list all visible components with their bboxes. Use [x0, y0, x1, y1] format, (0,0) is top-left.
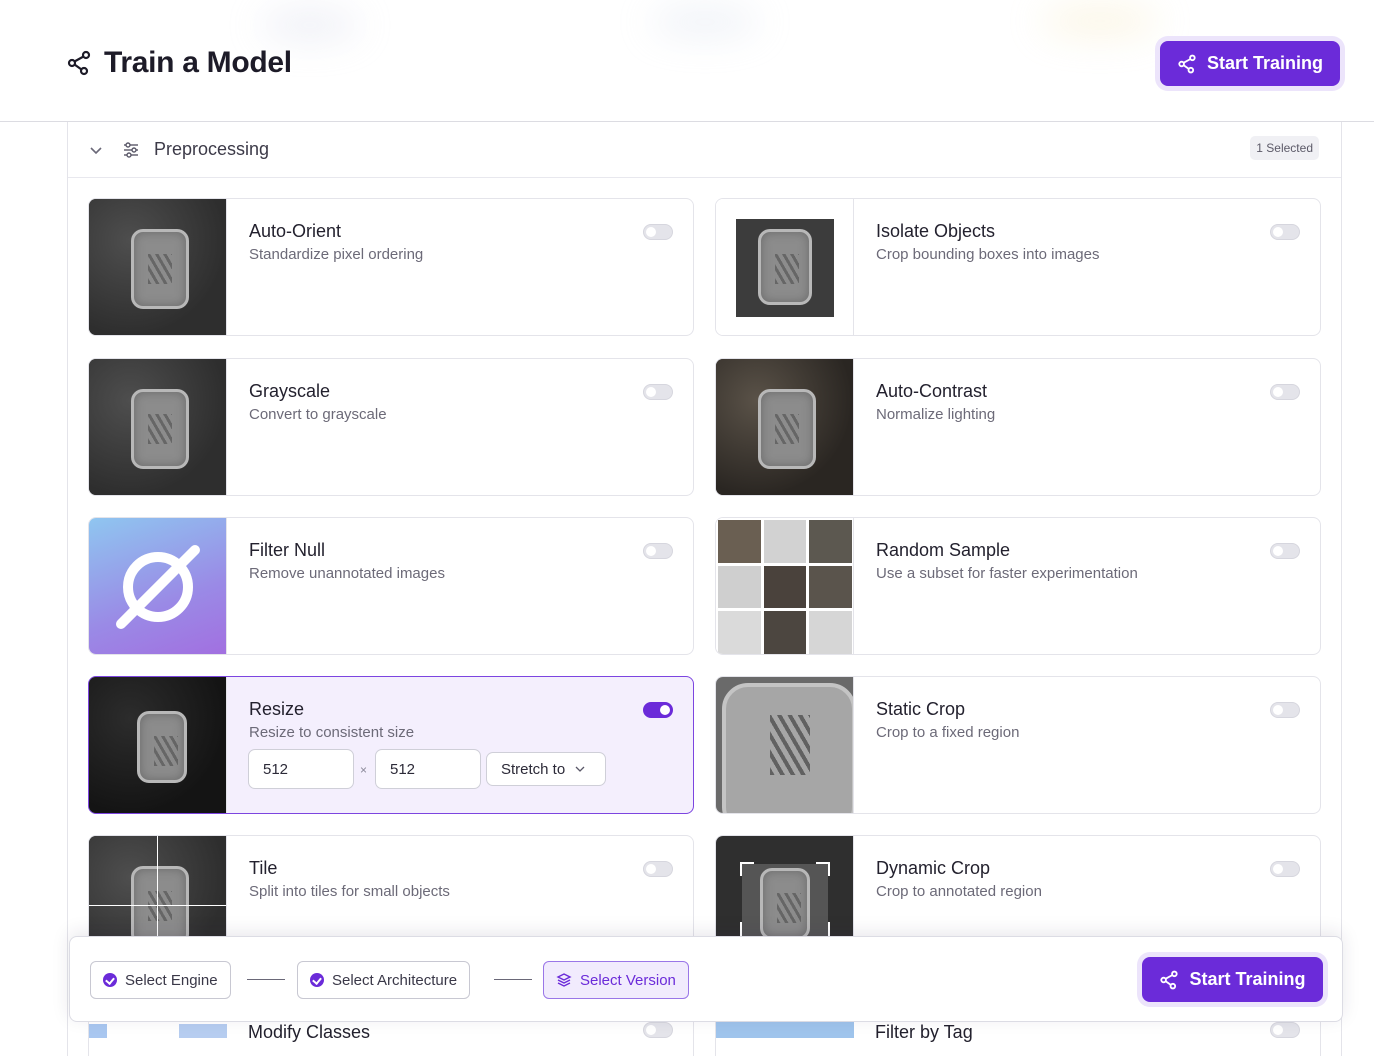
option-description: Resize to consistent size: [249, 724, 415, 741]
static-crop-toggle[interactable]: [1270, 702, 1300, 718]
option-description: Normalize lighting: [876, 406, 996, 423]
tile-toggle[interactable]: [643, 861, 673, 877]
filter-null-thumbnail: [89, 518, 227, 654]
header-decoration: [260, 10, 360, 40]
resize-width-input[interactable]: 512: [248, 749, 354, 789]
filter-by-tag-toggle[interactable]: [1270, 1022, 1300, 1038]
dynamic-crop-toggle[interactable]: [1270, 861, 1300, 877]
option-card-grayscale[interactable]: Grayscale Convert to grayscale: [88, 358, 694, 496]
chevron-down-icon: [575, 766, 585, 772]
option-description: Standardize pixel ordering: [249, 246, 424, 263]
option-card-isolate-objects[interactable]: Isolate Objects Crop bounding boxes into…: [715, 198, 1321, 336]
option-description: Crop to a fixed region: [876, 724, 1020, 741]
option-card-filter-null[interactable]: Filter Null Remove unannotated images: [88, 517, 694, 655]
option-card-static-crop[interactable]: Static Crop Crop to a fixed region: [715, 676, 1321, 814]
isolate-objects-thumbnail: [716, 199, 854, 335]
auto-orient-thumbnail: [89, 199, 227, 335]
auto-contrast-toggle[interactable]: [1270, 384, 1300, 400]
grayscale-toggle[interactable]: [643, 384, 673, 400]
option-title: Isolate Objects: [876, 221, 996, 241]
random-sample-thumbnail: [716, 518, 854, 654]
step-connector: [494, 979, 532, 980]
modify-classes-toggle[interactable]: [643, 1022, 673, 1038]
step-connector: [247, 979, 285, 980]
isolate-objects-toggle[interactable]: [1270, 224, 1300, 240]
header-decoration: [1040, 6, 1160, 36]
start-training-button-bottom[interactable]: Start Training: [1142, 957, 1323, 1002]
start-training-button-top[interactable]: Start Training: [1160, 41, 1340, 86]
resize-toggle[interactable]: [643, 702, 673, 718]
chevron-down-icon[interactable]: [88, 142, 104, 158]
share-nodes-icon: [1178, 54, 1196, 73]
share-nodes-icon: [67, 50, 91, 76]
option-title: Tile: [249, 858, 278, 878]
step-label: Select Version: [580, 971, 676, 989]
option-card-auto-orient[interactable]: Auto-Orient Standardize pixel ordering: [88, 198, 694, 336]
empty-set-icon: [116, 545, 200, 629]
option-title: Filter by Tag: [875, 1022, 973, 1042]
training-steps-bar: Select Engine Select Architecture Select…: [69, 936, 1343, 1022]
random-sample-toggle[interactable]: [1270, 543, 1300, 559]
option-title: Auto-Contrast: [876, 381, 988, 401]
option-title: Dynamic Crop: [876, 858, 991, 878]
option-card-auto-contrast[interactable]: Auto-Contrast Normalize lighting: [715, 358, 1321, 496]
auto-orient-toggle[interactable]: [643, 224, 673, 240]
option-title: Static Crop: [876, 699, 966, 719]
option-title: Auto-Orient: [249, 221, 342, 241]
check-circle-icon: [310, 973, 324, 987]
header-decoration: [650, 8, 760, 36]
option-title: Filter Null: [249, 540, 326, 560]
option-description: Use a subset for faster experimentation: [876, 565, 1138, 582]
resize-thumbnail: [89, 677, 227, 813]
select-architecture-step[interactable]: Select Architecture: [297, 961, 471, 999]
step-label: Select Architecture: [332, 971, 458, 989]
option-description: Crop bounding boxes into images: [876, 246, 1100, 263]
section-title: Preprocessing: [154, 139, 270, 159]
start-training-label: Start Training: [1206, 53, 1323, 73]
option-description: Remove unannotated images: [249, 565, 445, 582]
resize-height-input[interactable]: 512: [375, 749, 481, 789]
select-version-step[interactable]: Select Version: [543, 961, 689, 999]
share-nodes-icon: [1160, 970, 1179, 989]
preprocessing-header[interactable]: Preprocessing 1 Selected: [68, 122, 1341, 178]
page-title-group: Train a Model: [66, 46, 292, 80]
page-header: Train a Model Start Training: [0, 0, 1374, 122]
option-description: Split into tiles for small objects: [249, 883, 450, 900]
selected-count-badge: 1 Selected: [1250, 136, 1319, 160]
check-circle-icon: [103, 973, 117, 987]
option-description: Crop to annotated region: [876, 883, 1042, 900]
resize-mode-value: Stretch to: [501, 760, 566, 778]
grayscale-thumbnail: [89, 359, 227, 495]
auto-contrast-thumbnail: [716, 359, 854, 495]
static-crop-thumbnail: [716, 677, 854, 813]
page-title: Train a Model: [104, 46, 292, 79]
option-title: Grayscale: [249, 381, 331, 401]
select-engine-step[interactable]: Select Engine: [90, 961, 231, 999]
option-card-resize[interactable]: Resize Resize to consistent size 512 × 5…: [88, 676, 694, 814]
filter-null-toggle[interactable]: [643, 543, 673, 559]
times-sign: ×: [360, 763, 368, 777]
option-title: Random Sample: [876, 540, 1011, 560]
sliders-icon: [124, 141, 138, 158]
option-description: Convert to grayscale: [249, 406, 387, 423]
option-title: Resize: [249, 699, 305, 719]
layers-icon: [556, 973, 572, 987]
option-card-random-sample[interactable]: Random Sample Use a subset for faster ex…: [715, 517, 1321, 655]
start-training-label: Start Training: [1189, 969, 1306, 989]
step-label: Select Engine: [125, 971, 218, 989]
resize-mode-select[interactable]: Stretch to: [486, 752, 606, 786]
option-title: Modify Classes: [248, 1022, 371, 1042]
